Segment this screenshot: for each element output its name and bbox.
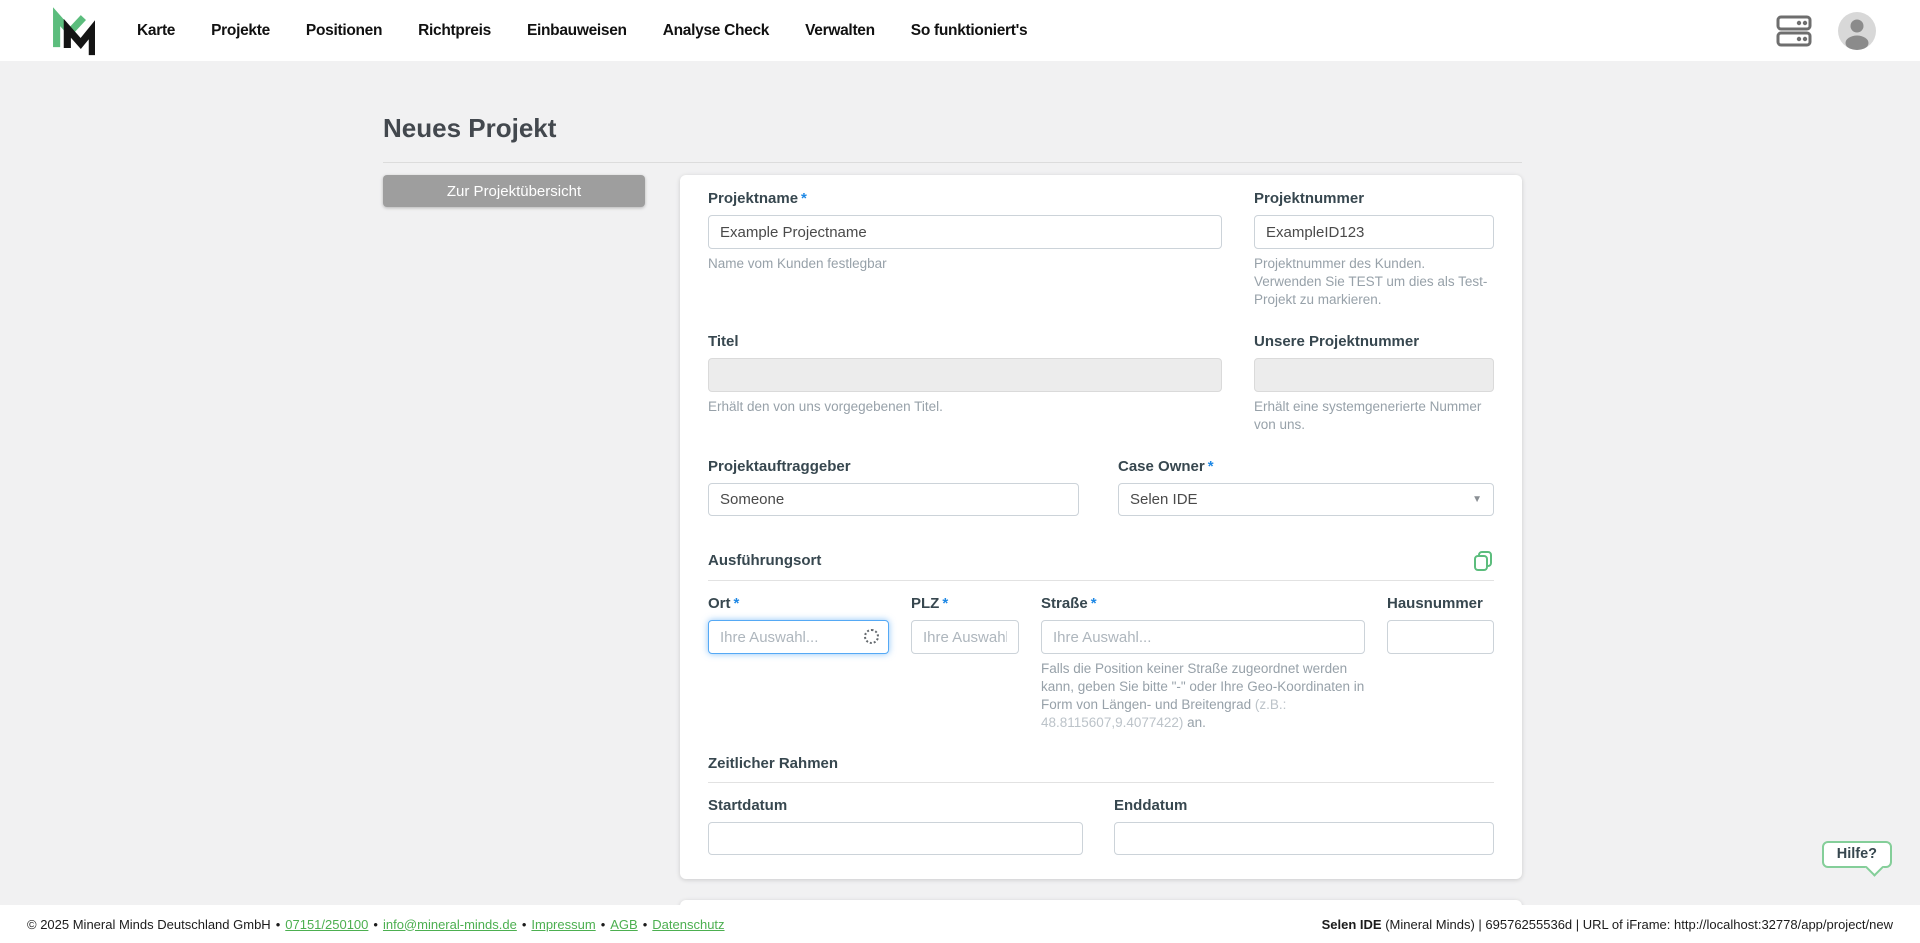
footer-separator: •	[521, 916, 527, 932]
session-info: Selen IDE (Mineral Minds) | 69576255536d…	[1322, 917, 1893, 932]
strasse-help: Falls die Position keiner Straße zugeord…	[1041, 661, 1365, 730]
enddatum-input[interactable]	[1114, 822, 1494, 855]
main-nav: Karte Projekte Positionen Richtpreis Ein…	[137, 22, 1028, 40]
startdatum-label: Startdatum	[708, 797, 788, 814]
projektname-help: Name vom Kunden festlegbar	[708, 256, 887, 271]
startdatum-input[interactable]	[708, 822, 1083, 855]
required-asterisk: *	[1207, 458, 1214, 475]
session-user: Selen IDE	[1321, 916, 1382, 932]
required-asterisk: *	[942, 595, 949, 612]
footer-link-email[interactable]: info@mineral-minds.de	[383, 917, 517, 932]
titel-label: Titel	[708, 333, 739, 350]
nav-item-so-funktionierts[interactable]: So funktioniert's	[911, 22, 1028, 40]
nav-item-positionen[interactable]: Positionen	[306, 22, 383, 40]
nav-item-richtpreis[interactable]: Richtpreis	[418, 22, 491, 40]
nav-item-projekte[interactable]: Projekte	[211, 22, 270, 40]
loading-spinner-icon	[864, 629, 879, 644]
footer-separator: •	[373, 916, 378, 932]
footer-link-datenschutz[interactable]: Datenschutz	[652, 917, 724, 932]
titel-input	[708, 358, 1222, 392]
case-owner-label: Case Owner *	[1118, 458, 1214, 475]
footer-separator: •	[600, 916, 606, 932]
hausnummer-input[interactable]	[1387, 620, 1494, 654]
required-asterisk: *	[801, 190, 807, 207]
section-divider	[708, 580, 1494, 581]
ort-input[interactable]	[708, 620, 889, 654]
section-title-zeitlicher-rahmen: Zeitlicher Rahmen	[708, 755, 839, 772]
copyright-text: © 2025 Mineral Minds Deutschland GmbH	[27, 916, 271, 932]
unsere-projektnummer-help: Erhält eine systemgenerierte Nummer von …	[1254, 399, 1482, 432]
strasse-input[interactable]	[1041, 620, 1365, 654]
title-divider	[383, 162, 1522, 163]
projektname-label: Projektname *	[708, 190, 807, 207]
session-details: (Mineral Minds) | 69576255536d | URL of …	[1381, 916, 1893, 932]
server-icon[interactable]	[1776, 14, 1812, 48]
required-asterisk: *	[1090, 595, 1097, 612]
nav-item-analyse-check[interactable]: Analyse Check	[663, 22, 770, 40]
person-icon	[1845, 19, 1869, 50]
nav-item-karte[interactable]: Karte	[137, 22, 175, 40]
footer-separator: •	[275, 916, 281, 932]
ort-label: Ort *	[708, 595, 740, 612]
unsere-projektnummer-input	[1254, 358, 1494, 392]
user-avatar[interactable]	[1838, 11, 1876, 50]
projektname-input[interactable]	[708, 215, 1222, 249]
chevron-down-icon: ▼	[1472, 494, 1482, 505]
section-title-ausfuehrungsort: Ausführungsort	[708, 552, 822, 569]
copy-icon[interactable]	[1472, 550, 1494, 572]
unsere-projektnummer-label: Unsere Projektnummer	[1254, 333, 1420, 350]
footer: © 2025 Mineral Minds Deutschland GmbH • 07…	[0, 905, 1920, 943]
titel-help: Erhält den von uns vorgegebenen Titel.	[708, 399, 943, 414]
footer-link-phone[interactable]: 07151/250100	[285, 917, 368, 932]
mineral-minds-logo-icon[interactable]	[45, 6, 95, 56]
nav-item-verwalten[interactable]: Verwalten	[805, 22, 875, 40]
project-form-card: Projektname* Name vom Kunden festlegbar …	[680, 175, 1522, 879]
top-navigation-bar: Karte Projekte Positionen Richtpreis Ein…	[0, 0, 1920, 61]
help-bubble[interactable]: Hilfe?	[1821, 841, 1892, 877]
hausnummer-label: Hausnummer	[1387, 595, 1483, 612]
case-owner-selected-value: Selen IDE	[1130, 491, 1198, 508]
enddatum-label: Enddatum	[1114, 797, 1188, 814]
projektauftraggeber-input[interactable]	[708, 483, 1079, 516]
section-divider	[708, 782, 1494, 783]
footer-separator: •	[642, 916, 648, 932]
case-owner-select[interactable]: Selen IDE ▼	[1118, 483, 1494, 516]
plz-label: PLZ *	[911, 595, 949, 612]
strasse-label: Straße *	[1041, 595, 1097, 612]
projektauftraggeber-label: Projektauftraggeber	[708, 458, 851, 475]
help-bubble-label: Hilfe?	[1836, 846, 1877, 862]
projektnummer-help: Projektnummer des Kunden. Verwenden Sie …	[1254, 256, 1488, 307]
nav-item-einbauweisen[interactable]: Einbauweisen	[527, 22, 627, 40]
required-asterisk: *	[733, 595, 740, 612]
main-content: Neues Projekt Zur Projektübersicht Proje…	[383, 61, 1522, 943]
projektnummer-input[interactable]	[1254, 215, 1494, 249]
plz-input[interactable]	[911, 620, 1019, 654]
page-title: Neues Projekt	[383, 113, 557, 143]
footer-link-agb[interactable]: AGB	[610, 917, 637, 932]
footer-link-impressum[interactable]: Impressum	[531, 917, 595, 932]
back-to-project-overview-button[interactable]: Zur Projektübersicht	[383, 175, 645, 207]
projektnummer-label: Projektnummer	[1254, 190, 1365, 207]
